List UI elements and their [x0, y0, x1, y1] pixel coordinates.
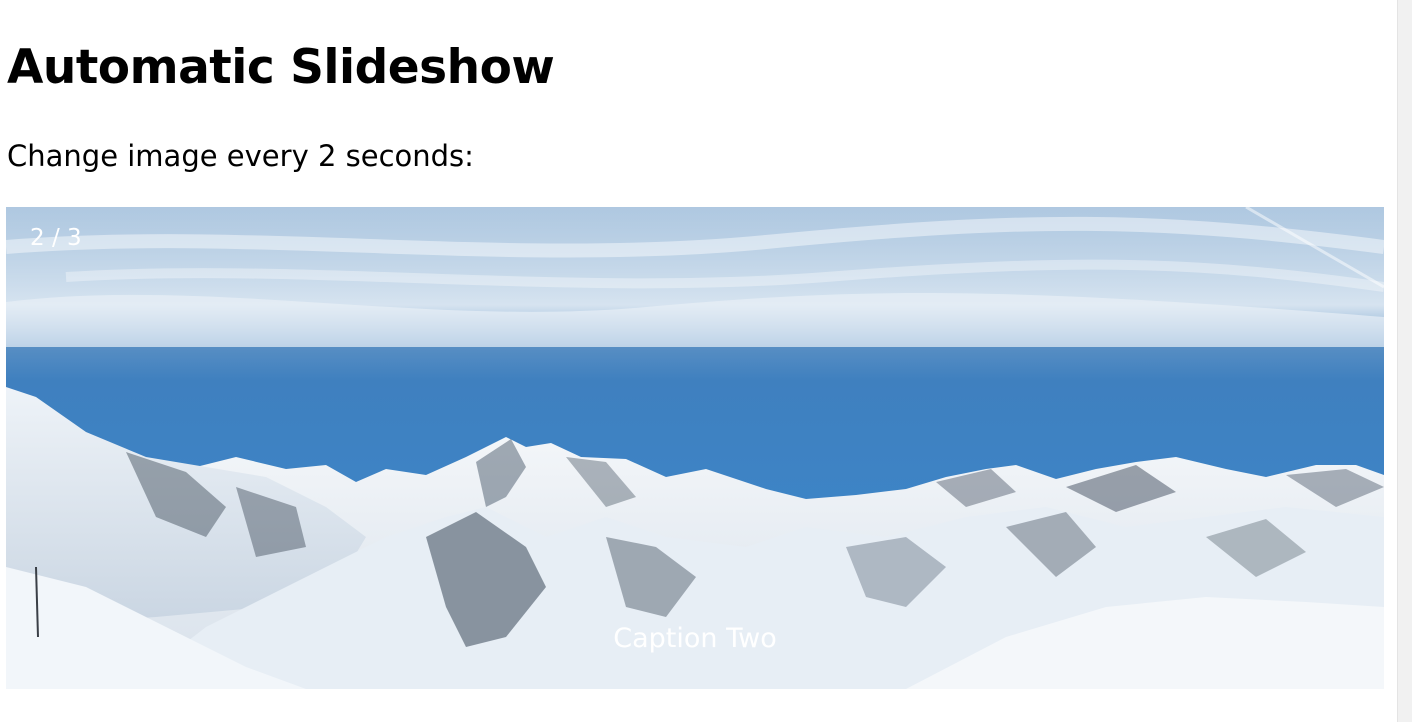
- vertical-scrollbar[interactable]: [1397, 0, 1412, 722]
- page-title: Automatic Slideshow: [7, 40, 555, 95]
- page-subtitle: Change image every 2 seconds:: [7, 139, 474, 173]
- page: Automatic Slideshow Change image every 2…: [0, 0, 1412, 722]
- slideshow-container: 2 / 3 Caption Two: [6, 207, 1384, 689]
- slide-counter: 2 / 3: [30, 225, 82, 251]
- slide-image: [6, 207, 1384, 689]
- slide-caption: Caption Two: [613, 623, 777, 654]
